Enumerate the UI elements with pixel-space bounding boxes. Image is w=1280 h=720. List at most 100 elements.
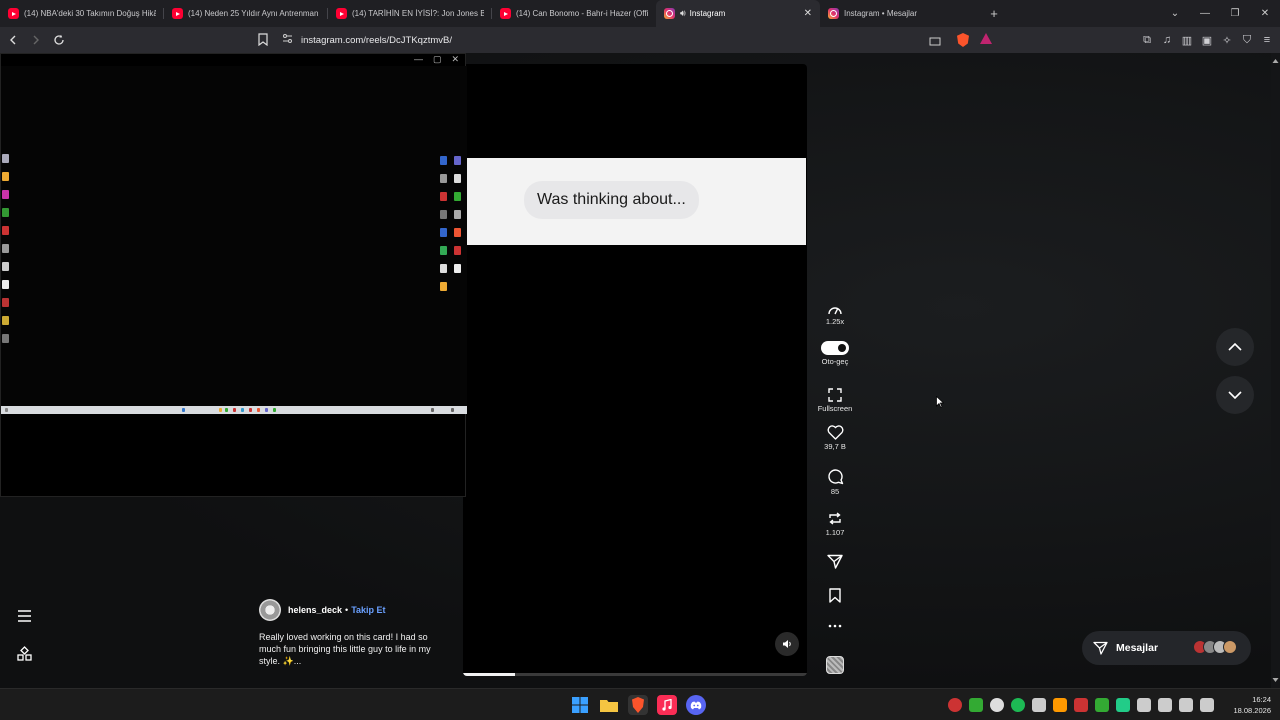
like-button[interactable]: 39,7 B: [812, 425, 858, 451]
tray-app-icon[interactable]: [990, 698, 1004, 712]
brave-browser-icon[interactable]: [628, 695, 648, 715]
comment-button[interactable]: 85: [812, 468, 858, 496]
brave-rewards-icon[interactable]: [980, 33, 992, 44]
tab-list-chevron-icon[interactable]: ⌄: [1160, 8, 1190, 19]
next-reel-button[interactable]: [1216, 376, 1254, 414]
speedometer-icon: [828, 307, 842, 315]
share-button[interactable]: [812, 554, 858, 569]
address-bar[interactable]: instagram.com/reels/DcJTKqztmvB/: [282, 30, 1025, 50]
autoplay-toggle[interactable]: Oto-geç: [812, 341, 858, 366]
back-button[interactable]: [3, 30, 23, 50]
volume-button[interactable]: [775, 632, 799, 656]
audio-thumbnail: [826, 656, 844, 674]
tray-app-icon[interactable]: [1053, 698, 1067, 712]
overlay-maximize-button[interactable]: ▢: [433, 54, 442, 66]
bookmark-icon[interactable]: [258, 33, 268, 51]
volume-icon[interactable]: [1179, 698, 1193, 712]
tray-app-icon[interactable]: [1074, 698, 1088, 712]
chevron-up-icon: [1228, 343, 1242, 351]
repost-button[interactable]: 1.107: [812, 511, 858, 537]
scroll-up-arrow-icon[interactable]: [1271, 57, 1280, 65]
tab-nba[interactable]: (14) NBA'deki 30 Takımın Doğuş Hikâ: [0, 0, 164, 27]
mini-taskbar: [1, 406, 467, 414]
site-settings-icon[interactable]: [282, 31, 293, 49]
new-tab-button[interactable]: +: [984, 0, 1004, 27]
file-explorer-icon[interactable]: [599, 695, 619, 715]
tray-app-icon[interactable]: [948, 698, 962, 712]
network-icon[interactable]: [1158, 698, 1172, 712]
maximize-button[interactable]: ❐: [1220, 8, 1250, 19]
video-progress-fill: [463, 673, 515, 676]
media-icon[interactable]: ♫: [1160, 31, 1174, 49]
tray-app-icon[interactable]: [1095, 698, 1109, 712]
cast-icon[interactable]: [929, 34, 941, 52]
extensions-icon[interactable]: ⧉: [1140, 31, 1154, 49]
send-icon: [827, 554, 843, 569]
post-author: helens_deck • Takip Et: [259, 599, 386, 621]
taskbar-clock[interactable]: 16:24 18.08.2026: [1233, 694, 1271, 716]
fullscreen-icon: [828, 388, 842, 402]
tab-instagram-messages[interactable]: Instagram • Mesajlar: [820, 0, 984, 27]
nvidia-icon[interactable]: [969, 698, 983, 712]
menu-hamburger-icon[interactable]: [15, 607, 33, 625]
apple-music-icon[interactable]: [657, 695, 677, 715]
tray-app-icon[interactable]: [1032, 698, 1046, 712]
overlay-minimize-button[interactable]: —: [414, 54, 423, 66]
tab-title: (14) Neden 25 Yıldır Aynı Antrenman: [188, 9, 319, 18]
video-progress-bar[interactable]: [463, 673, 807, 676]
speed-label: 1.25x: [825, 317, 845, 326]
instagram-icon: [664, 8, 675, 19]
system-tray: [948, 698, 1214, 712]
playback-speed-button[interactable]: 1.25x: [812, 304, 858, 326]
close-window-button[interactable]: ✕: [1250, 8, 1280, 19]
fullscreen-button[interactable]: Fullscreen: [812, 388, 858, 413]
speech-bubble: Was thinking about...: [524, 181, 699, 219]
tray-app-icon[interactable]: [1116, 698, 1130, 712]
tray-app-icon[interactable]: [1011, 698, 1025, 712]
video-frame-card: Was thinking about...: [466, 158, 806, 245]
overlay-desktop-window[interactable]: — ▢ ✕: [0, 53, 467, 497]
youtube-icon: [500, 8, 511, 19]
browser-toolbar: instagram.com/reels/DcJTKqztmvB/ ⧉ ♫ ▥ ▣…: [0, 27, 1280, 53]
menu-icon[interactable]: ≡: [1260, 31, 1274, 49]
page-scrollbar[interactable]: [1271, 53, 1280, 688]
follow-button[interactable]: Takip Et: [351, 605, 385, 615]
battery-icon[interactable]: [1200, 698, 1214, 712]
screen: (14) NBA'deki 30 Takımın Doğuş Hikâ (14)…: [0, 0, 1280, 720]
toggle-switch[interactable]: [821, 341, 849, 355]
discord-icon[interactable]: [686, 695, 706, 715]
reel-video[interactable]: Was thinking about...: [463, 64, 807, 676]
apps-grid-icon[interactable]: [15, 644, 33, 662]
save-button[interactable]: [812, 588, 858, 603]
tab-antrenman[interactable]: (14) Neden 25 Yıldır Aynı Antrenman: [164, 0, 328, 27]
avatar[interactable]: [259, 599, 281, 621]
tab-can-bonomo[interactable]: (14) Can Bonomo - Bahr-i Hazer (Offi: [492, 0, 656, 27]
tab-instagram-active[interactable]: 🔊︎ Instagram ✕: [656, 0, 820, 27]
speaker-icon[interactable]: 🔊︎: [680, 8, 686, 19]
microphone-icon[interactable]: [1137, 698, 1151, 712]
reload-button[interactable]: [49, 30, 69, 50]
messages-button[interactable]: Mesajlar: [1082, 631, 1251, 665]
scroll-down-arrow-icon[interactable]: [1271, 676, 1280, 684]
wallet-icon[interactable]: ▣: [1200, 31, 1214, 49]
more-options-button[interactable]: [812, 624, 858, 628]
forward-button[interactable]: [26, 30, 46, 50]
messages-label: Mesajlar: [1116, 642, 1159, 654]
youtube-icon: [8, 8, 19, 19]
clock-time: 16:24: [1252, 695, 1271, 704]
username-link[interactable]: helens_deck: [288, 605, 342, 615]
windows-start-icon[interactable]: [570, 695, 590, 715]
overlay-close-button[interactable]: ✕: [451, 54, 459, 66]
vpn-icon[interactable]: ⛉: [1240, 31, 1254, 49]
sidebar-icon[interactable]: ▥: [1180, 31, 1194, 49]
clock-date: 18.08.2026: [1233, 706, 1271, 715]
post-caption[interactable]: Really loved working on this card! I had…: [259, 631, 445, 667]
tab-close-icon[interactable]: ✕: [804, 8, 812, 19]
tab-jon-jones[interactable]: (14) TARİHİN EN İYİSİ?: Jon Jones Bel: [328, 0, 492, 27]
previous-reel-button[interactable]: [1216, 328, 1254, 366]
audio-track-button[interactable]: [812, 656, 858, 674]
minimize-button[interactable]: —: [1190, 8, 1220, 19]
mini-desktop-icons-left: [2, 154, 9, 343]
reposts-count: 1.107: [825, 528, 845, 537]
leo-ai-icon[interactable]: ✧: [1220, 31, 1234, 49]
